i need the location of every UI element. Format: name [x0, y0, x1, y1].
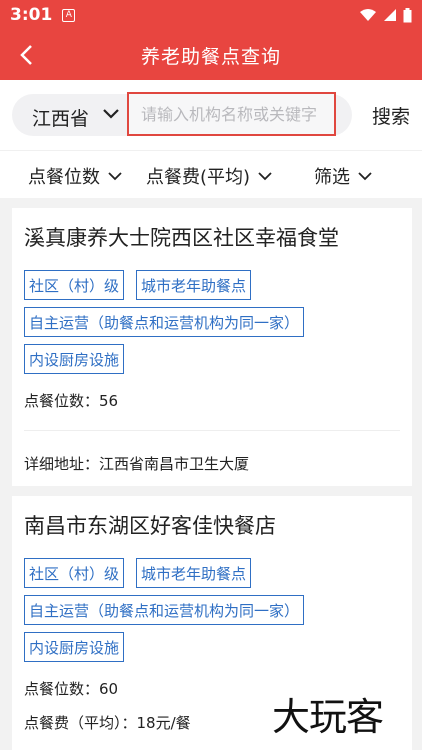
filter-seats-label: 点餐位数 [28, 167, 100, 188]
filter-fee[interactable]: 点餐费(平均) [146, 163, 272, 189]
status-icons [359, 7, 412, 23]
status-bar: 3:01 A [0, 0, 422, 30]
search-input[interactable] [127, 92, 336, 136]
tag-operation: 自主运营（助餐点和运营机构为同一家） [24, 595, 305, 625]
tag-kitchen: 内设厨房设施 [24, 632, 125, 662]
canteen-card[interactable]: 溪真康养大士院西区社区幸福食堂 社区（村）级 城市老年助餐点 自主运营（助餐点和… [12, 208, 412, 486]
tag-level: 社区（村）级 [24, 270, 125, 300]
signal-icon [384, 9, 396, 21]
chevron-down-icon [258, 171, 272, 180]
filter-more-label: 筛选 [314, 167, 350, 188]
address: 详细地址：江西省南昌市卫生大厦 [24, 455, 250, 473]
tag-type: 城市老年助餐点 [136, 270, 252, 300]
back-button[interactable] [14, 42, 38, 68]
chevron-down-icon [358, 171, 372, 180]
tag-type: 城市老年助餐点 [136, 558, 252, 588]
battery-icon [403, 7, 412, 22]
seat-count: 点餐位数：56 [24, 392, 119, 410]
seat-count: 点餐位数：60 [24, 680, 119, 698]
watermark-logo: 大玩客 [272, 695, 384, 739]
search-button[interactable]: 搜索 [372, 102, 410, 129]
page-title: 养老助餐点查询 [140, 45, 281, 68]
chevron-left-icon [20, 45, 32, 65]
app-notification-icon: A [62, 8, 76, 22]
tag-kitchen: 内设厨房设施 [24, 344, 125, 374]
app-header: 养老助餐点查询 [0, 30, 422, 80]
tag-level: 社区（村）级 [24, 558, 125, 588]
chevron-down-icon [108, 171, 122, 180]
filter-seats[interactable]: 点餐位数 [28, 163, 122, 189]
card-divider [24, 430, 400, 431]
canteen-name: 南昌市东湖区好客佳快餐店 [24, 514, 276, 538]
tag-operation: 自主运营（助餐点和运营机构为同一家） [24, 307, 305, 337]
status-time: 3:01 [10, 5, 53, 25]
wifi-icon [360, 9, 376, 21]
canteen-name: 溪真康养大士院西区社区幸福食堂 [24, 226, 339, 250]
average-fee: 点餐费（平均）：18元/餐 [24, 714, 191, 732]
province-label: 江西省 [32, 108, 90, 130]
filter-more[interactable]: 筛选 [314, 163, 372, 189]
search-bar: 江西省 搜索 [0, 80, 422, 150]
filter-bar: 点餐位数 点餐费(平均) 筛选 [0, 150, 422, 198]
chevron-down-icon [103, 109, 119, 119]
filter-fee-label: 点餐费(平均) [146, 167, 251, 188]
